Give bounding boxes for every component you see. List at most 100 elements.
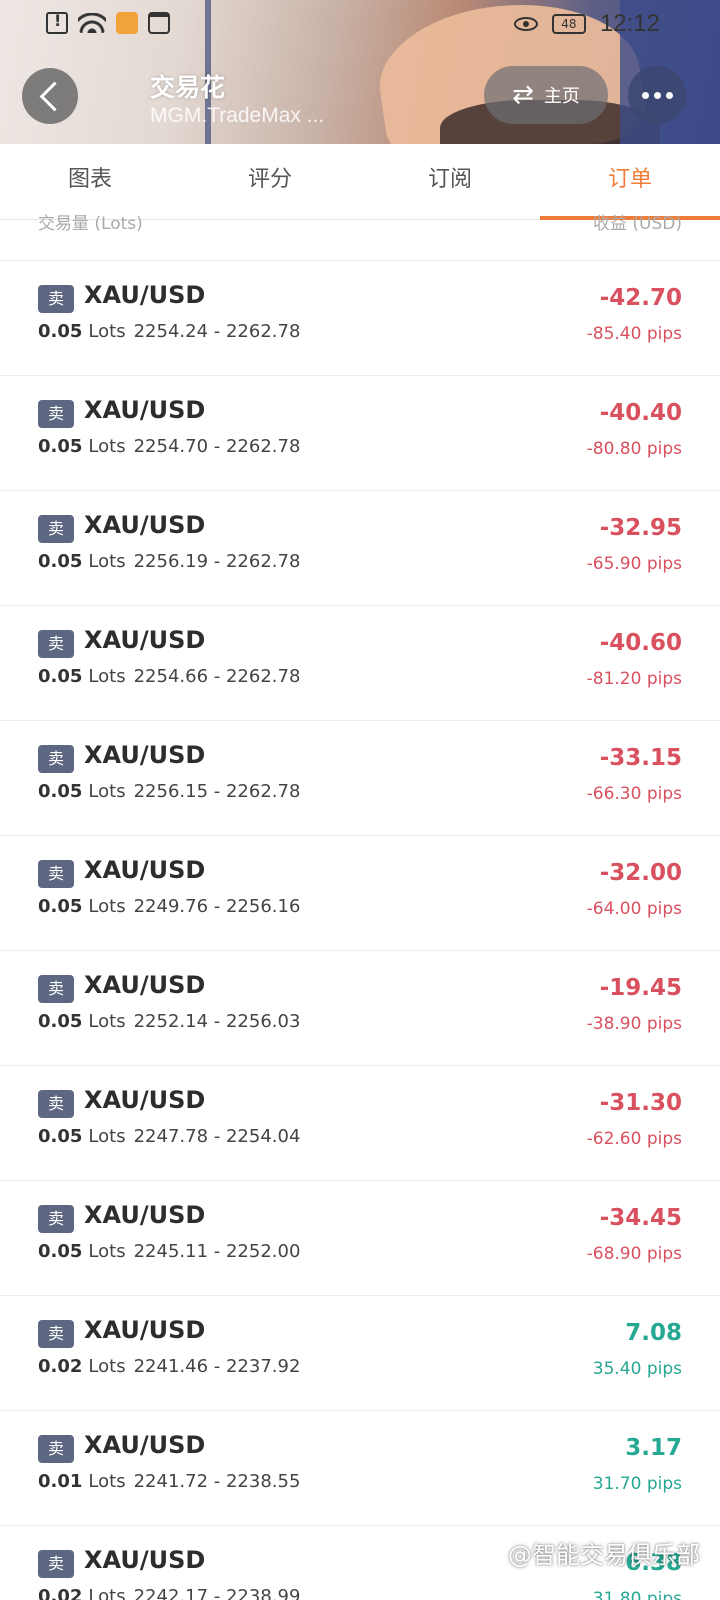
order-lots: 0.01 (38, 1471, 83, 1492)
order-details: 0.05 Lots 2247.78 - 2254.04 (38, 1126, 300, 1147)
alert-icon (46, 11, 68, 34)
order-details: 0.02 Lots 2242.17 - 2238.99 (38, 1586, 300, 1600)
order-row[interactable]: 卖 XAU/USD 0.05 Lots 2247.78 - 2254.04 -31.30 -… (0, 1066, 720, 1181)
order-row[interactable]: 卖 XAU/USD 0.05 Lots 2249.76 - 2256.16 -32.00 -… (0, 836, 720, 951)
order-lots: 0.05 (38, 1241, 83, 1262)
order-pips: -62.60 pips (586, 1129, 682, 1149)
order-profit: -32.95 (599, 515, 682, 541)
side-badge: 卖 (38, 1090, 74, 1118)
order-price-range: 2256.15 - 2262.78 (133, 781, 301, 802)
calendar-icon (148, 12, 170, 34)
order-symbol: XAU/USD (84, 741, 206, 769)
order-details: 0.05 Lots 2254.70 - 2262.78 (38, 436, 300, 457)
order-pips: 31.70 pips (592, 1474, 682, 1494)
order-row[interactable]: 卖 XAU/USD 0.05 Lots 2256.15 - 2262.78 -33.15 -… (0, 721, 720, 836)
order-profit: -34.45 (599, 1205, 682, 1231)
order-row[interactable]: 卖 XAU/USD 0.05 Lots 2254.70 - 2262.78 -40.40 -… (0, 376, 720, 491)
order-row[interactable]: 卖 XAU/USD 0.05 Lots 2252.14 - 2256.03 -19.45 -… (0, 951, 720, 1066)
order-details: 0.05 Lots 2256.19 - 2262.78 (38, 551, 300, 572)
order-symbol: XAU/USD (84, 971, 206, 999)
order-profit: -31.30 (599, 1090, 682, 1116)
order-lots-unit: Lots (88, 1356, 126, 1377)
order-price-range: 2241.46 - 2237.92 (133, 1356, 301, 1377)
order-lots: 0.05 (38, 551, 83, 572)
order-pips: 35.40 pips (592, 1359, 682, 1379)
back-button[interactable] (22, 68, 78, 124)
order-lots: 0.05 (38, 781, 83, 802)
order-row[interactable]: 卖 XAU/USD 0.05 Lots 2254.66 - 2262.78 -40.60 -… (0, 606, 720, 721)
wifi-icon (78, 13, 106, 33)
order-lots-unit: Lots (88, 666, 126, 687)
order-price-range: 2247.78 - 2254.04 (133, 1126, 301, 1147)
order-price-range: 2245.11 - 2252.00 (133, 1241, 301, 1262)
order-symbol: XAU/USD (84, 1086, 206, 1114)
order-price-range: 2241.72 - 2238.55 (133, 1471, 301, 1492)
order-profit: 7.08 (625, 1320, 682, 1346)
app-notification-icon (116, 12, 138, 34)
order-price-range: 2249.76 - 2256.16 (133, 896, 301, 917)
more-dot-icon (641, 91, 649, 99)
side-badge: 卖 (38, 1205, 74, 1233)
order-details: 0.05 Lots 2252.14 - 2256.03 (38, 1011, 300, 1032)
order-details: 0.05 Lots 2254.66 - 2262.78 (38, 666, 300, 687)
order-symbol: XAU/USD (84, 281, 206, 309)
order-pips: -85.40 pips (586, 324, 682, 344)
side-badge: 卖 (38, 860, 74, 888)
order-price-range: 2252.14 - 2256.03 (133, 1011, 301, 1032)
order-lots: 0.05 (38, 436, 83, 457)
order-lots-unit: Lots (88, 436, 126, 457)
order-row[interactable]: 卖 XAU/USD 0.01 Lots 2241.72 - 2238.55 3.17 31.… (0, 1411, 720, 1526)
profit-column-label: 收益 (USD) (593, 214, 682, 234)
order-profit: 3.17 (625, 1435, 682, 1461)
order-details: 0.05 Lots 2245.11 - 2252.00 (38, 1241, 300, 1262)
orders-column-header: 交易量 (Lots) 收益 (USD) (0, 205, 720, 235)
order-price-range: 2254.66 - 2262.78 (133, 666, 301, 687)
order-price-range: 2242.17 - 2238.99 (133, 1586, 301, 1600)
order-price-range: 2254.70 - 2262.78 (133, 436, 301, 457)
order-lots: 0.02 (38, 1586, 83, 1600)
order-row[interactable]: 卖 XAU/USD 0.05 Lots 2256.19 - 2262.78 -32.95 -… (0, 491, 720, 606)
order-details: 0.05 Lots 2249.76 - 2256.16 (38, 896, 300, 917)
order-profit: -40.40 (599, 400, 682, 426)
order-details: 0.02 Lots 2241.46 - 2237.92 (38, 1356, 300, 1377)
more-options-button[interactable] (628, 66, 686, 124)
order-details: 0.05 Lots 2254.24 - 2262.78 (38, 321, 300, 342)
order-symbol: XAU/USD (84, 626, 206, 654)
eye-icon (513, 17, 538, 31)
order-lots: 0.05 (38, 1126, 83, 1147)
order-pips: 31.80 pips (592, 1589, 682, 1600)
home-button[interactable]: ⇄ 主页 (484, 66, 608, 124)
order-price-range: 2256.19 - 2262.78 (133, 551, 301, 572)
order-pips: -80.80 pips (586, 439, 682, 459)
nav-row: 交易花 MGM.TradeMax ... ⇄ 主页 (0, 66, 720, 127)
side-badge: 卖 (38, 285, 74, 313)
order-symbol: XAU/USD (84, 856, 206, 884)
order-lots: 0.05 (38, 321, 83, 342)
side-badge: 卖 (38, 1320, 74, 1348)
order-lots: 0.05 (38, 666, 83, 687)
order-row[interactable]: 卖 XAU/USD 0.05 Lots 2254.24 - 2262.78 -42.70 -… (0, 261, 720, 376)
order-row[interactable]: 卖 XAU/USD 0.05 Lots 2245.11 - 2252.00 -34.45 -… (0, 1181, 720, 1296)
order-profit: -42.70 (599, 285, 682, 311)
order-symbol: XAU/USD (84, 396, 206, 424)
profile-header: 48 12:12 交易花 MGM.TradeMax ... ⇄ 主页 (0, 0, 720, 144)
side-badge: 卖 (38, 515, 74, 543)
order-lots-unit: Lots (88, 551, 126, 572)
side-badge: 卖 (38, 1435, 74, 1463)
order-lots-unit: Lots (88, 1586, 126, 1600)
order-pips: -66.30 pips (586, 784, 682, 804)
order-lots-unit: Lots (88, 781, 126, 802)
volume-column-label: 交易量 (Lots) (38, 214, 143, 234)
more-dot-icon (653, 91, 661, 99)
order-lots: 0.02 (38, 1356, 83, 1377)
order-price-range: 2254.24 - 2262.78 (133, 321, 301, 342)
order-details: 0.05 Lots 2256.15 - 2262.78 (38, 781, 300, 802)
orders-list[interactable]: 卖 XAU/USD 0.05 Lots 2254.24 - 2262.78 -42.70-… (0, 261, 720, 1600)
order-row[interactable]: 卖 XAU/USD 0.02 Lots 2241.46 - 2237.92 7.08 35.… (0, 1296, 720, 1411)
order-profit: -19.45 (599, 975, 682, 1001)
side-badge: 卖 (38, 745, 74, 773)
strategy-subtitle: MGM.TradeMax ... (150, 104, 325, 127)
side-badge: 卖 (38, 630, 74, 658)
watermark: @智能交易俱乐部 (508, 1541, 700, 1569)
status-bar: 48 12:12 (0, 0, 720, 50)
